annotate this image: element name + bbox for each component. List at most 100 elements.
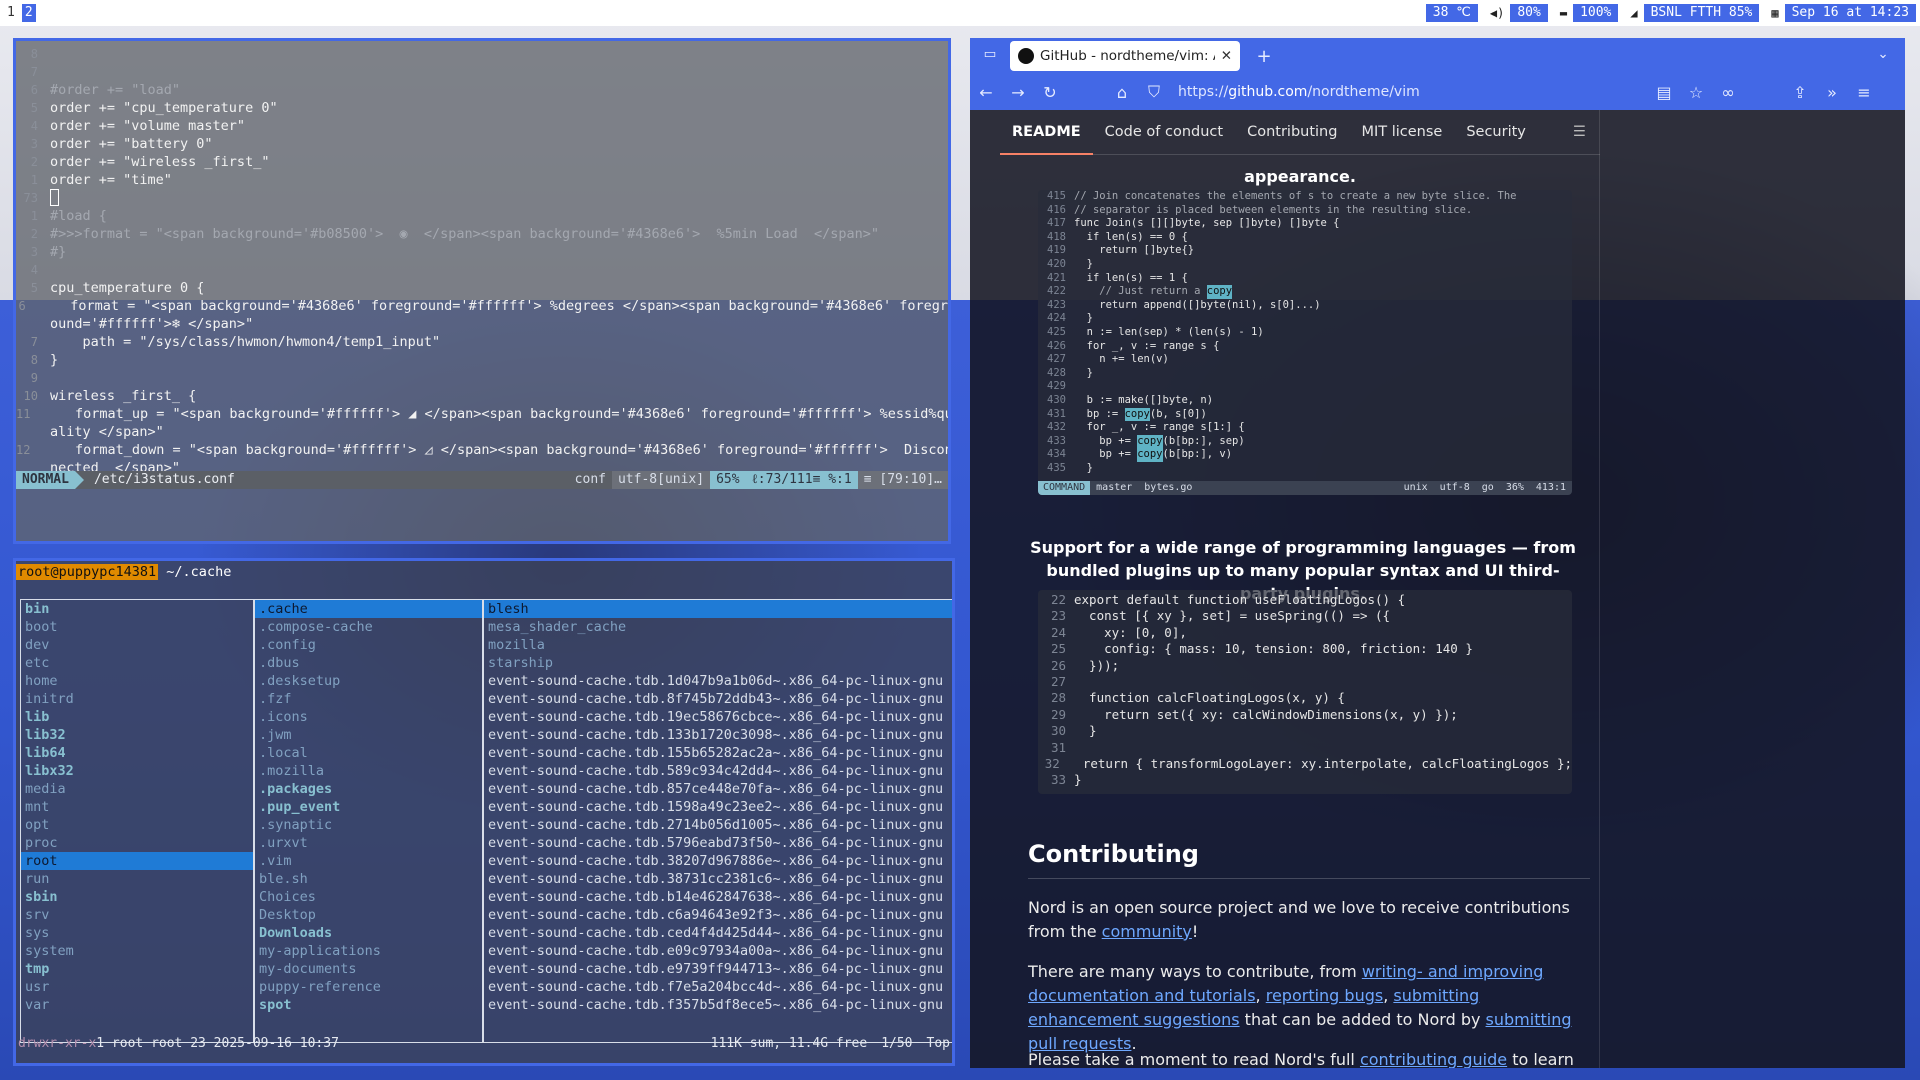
ranger-entry[interactable]: event-sound-cache.tdb.e09c97934a00a~.x86… bbox=[484, 942, 952, 960]
tab-overview-icon[interactable]: ▭ bbox=[974, 46, 1006, 62]
reload-icon[interactable]: ↻ bbox=[1034, 83, 1066, 102]
forward-icon[interactable]: → bbox=[1002, 83, 1034, 102]
extension-infinity-icon[interactable]: ∞ bbox=[1712, 83, 1744, 102]
ranger-file-manager[interactable]: root@puppypc14381 ~/.cache bin boot dev etc… bbox=[13, 558, 955, 1066]
ranger-entry[interactable]: usr bbox=[21, 978, 253, 996]
workspace-2[interactable]: 2 bbox=[21, 4, 36, 22]
firefox-window[interactable]: ▭ GitHub - nordtheme/vim: A ✕ + ⌄ ← → ↻ … bbox=[970, 38, 1905, 1068]
ranger-entry[interactable]: event-sound-cache.tdb.1d047b9a1b06d~.x86… bbox=[484, 672, 952, 690]
ranger-entry[interactable]: root bbox=[21, 852, 253, 870]
tab-contributing[interactable]: Contributing bbox=[1235, 110, 1349, 155]
ranger-entry[interactable]: event-sound-cache.tdb.f357b5df8ece5~.x86… bbox=[484, 996, 952, 1014]
ranger-entry[interactable]: lib bbox=[21, 708, 253, 726]
ranger-entry[interactable]: media bbox=[21, 780, 253, 798]
ranger-entry[interactable]: event-sound-cache.tdb.ced4f4d425d44~.x86… bbox=[484, 924, 952, 942]
new-tab-icon[interactable]: + bbox=[1248, 46, 1280, 67]
back-icon[interactable]: ← bbox=[970, 83, 1002, 102]
tab-security[interactable]: Security bbox=[1454, 110, 1538, 155]
ranger-entry[interactable]: .cache bbox=[255, 600, 482, 618]
ranger-entry[interactable]: .urxvt bbox=[255, 834, 482, 852]
ranger-entry[interactable]: event-sound-cache.tdb.f7e5a204bcc4d~.x86… bbox=[484, 978, 952, 996]
workspace-1[interactable]: 1 bbox=[4, 4, 18, 22]
share-icon[interactable]: ⇪ bbox=[1784, 83, 1816, 102]
ranger-entry[interactable]: opt bbox=[21, 816, 253, 834]
home-icon[interactable]: ⌂ bbox=[1106, 83, 1138, 102]
ranger-entry[interactable]: my-documents bbox=[255, 960, 482, 978]
ranger-entry[interactable]: var bbox=[21, 996, 253, 1014]
ranger-entry[interactable]: etc bbox=[21, 654, 253, 672]
ranger-entry[interactable]: Downloads bbox=[255, 924, 482, 942]
ranger-entry[interactable]: event-sound-cache.tdb.133b1720c3098~.x86… bbox=[484, 726, 952, 744]
vim-terminal-window[interactable]: 8 7 6 #order += "load" 5 order += "cpu_temper… bbox=[13, 38, 951, 544]
ranger-entry[interactable]: dev bbox=[21, 636, 253, 654]
ranger-entry[interactable]: event-sound-cache.tdb.38207d967886e~.x86… bbox=[484, 852, 952, 870]
close-tab-icon[interactable]: ✕ bbox=[1221, 48, 1232, 64]
ranger-entry[interactable]: event-sound-cache.tdb.5796eabd73f50~.x86… bbox=[484, 834, 952, 852]
ranger-entry[interactable]: home bbox=[21, 672, 253, 690]
ranger-entry[interactable]: blesh bbox=[484, 600, 952, 618]
ranger-entry[interactable]: spot bbox=[255, 996, 482, 1014]
ranger-entry[interactable]: event-sound-cache.tdb.1598a49c23ee2~.x86… bbox=[484, 798, 952, 816]
ranger-preview-column[interactable]: blesh mesa_shader_cache mozilla starship eve… bbox=[483, 599, 952, 1043]
overflow-chevron-icon[interactable]: » bbox=[1816, 83, 1848, 102]
ranger-entry[interactable]: my-applications bbox=[255, 942, 482, 960]
ranger-entry[interactable]: initrd bbox=[21, 690, 253, 708]
tab-readme[interactable]: README bbox=[1000, 110, 1093, 155]
ranger-entry[interactable]: mozilla bbox=[484, 636, 952, 654]
ranger-entry[interactable]: .jwm bbox=[255, 726, 482, 744]
ranger-entry[interactable]: ble.sh bbox=[255, 870, 482, 888]
ranger-entry[interactable]: .mozilla bbox=[255, 762, 482, 780]
ranger-entry[interactable]: .icons bbox=[255, 708, 482, 726]
ranger-entry[interactable]: srv bbox=[21, 906, 253, 924]
ranger-entry[interactable]: proc bbox=[21, 834, 253, 852]
ranger-entry[interactable]: event-sound-cache.tdb.19ec58676cbce~.x86… bbox=[484, 708, 952, 726]
ranger-entry[interactable]: bin bbox=[21, 600, 253, 618]
ranger-entry[interactable]: event-sound-cache.tdb.e9739ff944713~.x86… bbox=[484, 960, 952, 978]
ranger-parent-column[interactable]: bin boot dev etc home initrd lib lib32 lib64 libx… bbox=[20, 599, 254, 1043]
ranger-entry[interactable]: event-sound-cache.tdb.155b65282ac2a~.x86… bbox=[484, 744, 952, 762]
ranger-entry[interactable]: event-sound-cache.tdb.8f745b72ddb43~.x86… bbox=[484, 690, 952, 708]
ranger-entry[interactable]: mnt bbox=[21, 798, 253, 816]
ranger-entry[interactable]: libx32 bbox=[21, 762, 253, 780]
ranger-entry[interactable]: starship bbox=[484, 654, 952, 672]
hamburger-menu-icon[interactable]: ≡ bbox=[1848, 83, 1880, 102]
ranger-entry[interactable]: event-sound-cache.tdb.c6a94643e92f3~.x86… bbox=[484, 906, 952, 924]
tab-mit-license[interactable]: MIT license bbox=[1349, 110, 1454, 155]
vim-buffer[interactable]: 8 7 6 #order += "load" 5 order += "cpu_temper… bbox=[16, 45, 948, 477]
ranger-entry[interactable]: tmp bbox=[21, 960, 253, 978]
contributing-guide-link[interactable]: contributing guide bbox=[1360, 1050, 1507, 1068]
ranger-entry[interactable]: .pup_event bbox=[255, 798, 482, 816]
outline-list-icon[interactable]: ☰ bbox=[1573, 124, 1586, 140]
ranger-entry[interactable]: lib64 bbox=[21, 744, 253, 762]
ranger-entry[interactable]: mesa_shader_cache bbox=[484, 618, 952, 636]
ranger-entry[interactable]: event-sound-cache.tdb.589c934c42dd4~.x86… bbox=[484, 762, 952, 780]
ranger-entry[interactable]: .config bbox=[255, 636, 482, 654]
ranger-entry[interactable]: .compose-cache bbox=[255, 618, 482, 636]
ranger-entry[interactable]: .fzf bbox=[255, 690, 482, 708]
ranger-entry[interactable]: event-sound-cache.tdb.38731cc2381c6~.x86… bbox=[484, 870, 952, 888]
ranger-entry[interactable]: boot bbox=[21, 618, 253, 636]
ranger-entry[interactable]: .local bbox=[255, 744, 482, 762]
reader-view-icon[interactable]: ▤ bbox=[1648, 83, 1680, 102]
url-bar[interactable]: https://github.com/nordtheme/vim bbox=[1178, 84, 1648, 100]
ranger-entry[interactable]: lib32 bbox=[21, 726, 253, 744]
ranger-entry[interactable]: Desktop bbox=[255, 906, 482, 924]
reporting-bugs-link[interactable]: reporting bugs bbox=[1266, 986, 1383, 1005]
page-content[interactable]: README Code of conduct Contributing MIT … bbox=[970, 110, 1905, 1068]
ranger-entry[interactable]: Choices bbox=[255, 888, 482, 906]
ranger-entry[interactable]: sys bbox=[21, 924, 253, 942]
ranger-entry[interactable]: event-sound-cache.tdb.857ce448e70fa~.x86… bbox=[484, 780, 952, 798]
ranger-entry[interactable]: .vim bbox=[255, 852, 482, 870]
ranger-entry[interactable]: .dbus bbox=[255, 654, 482, 672]
ranger-entry[interactable]: puppy-reference bbox=[255, 978, 482, 996]
ranger-entry[interactable]: event-sound-cache.tdb.b14e462847638~.x86… bbox=[484, 888, 952, 906]
community-link[interactable]: community bbox=[1102, 922, 1192, 941]
ranger-current-column[interactable]: .cache .compose-cache .config .dbus .deskset… bbox=[254, 599, 483, 1043]
bookmark-star-icon[interactable]: ☆ bbox=[1680, 83, 1712, 102]
ranger-entry[interactable]: run bbox=[21, 870, 253, 888]
chevron-down-icon[interactable]: ⌄ bbox=[1867, 46, 1899, 62]
ranger-entry[interactable]: .packages bbox=[255, 780, 482, 798]
ranger-entry[interactable]: .desksetup bbox=[255, 672, 482, 690]
ranger-entry[interactable]: system bbox=[21, 942, 253, 960]
ranger-entry[interactable]: event-sound-cache.tdb.2714b056d1005~.x86… bbox=[484, 816, 952, 834]
